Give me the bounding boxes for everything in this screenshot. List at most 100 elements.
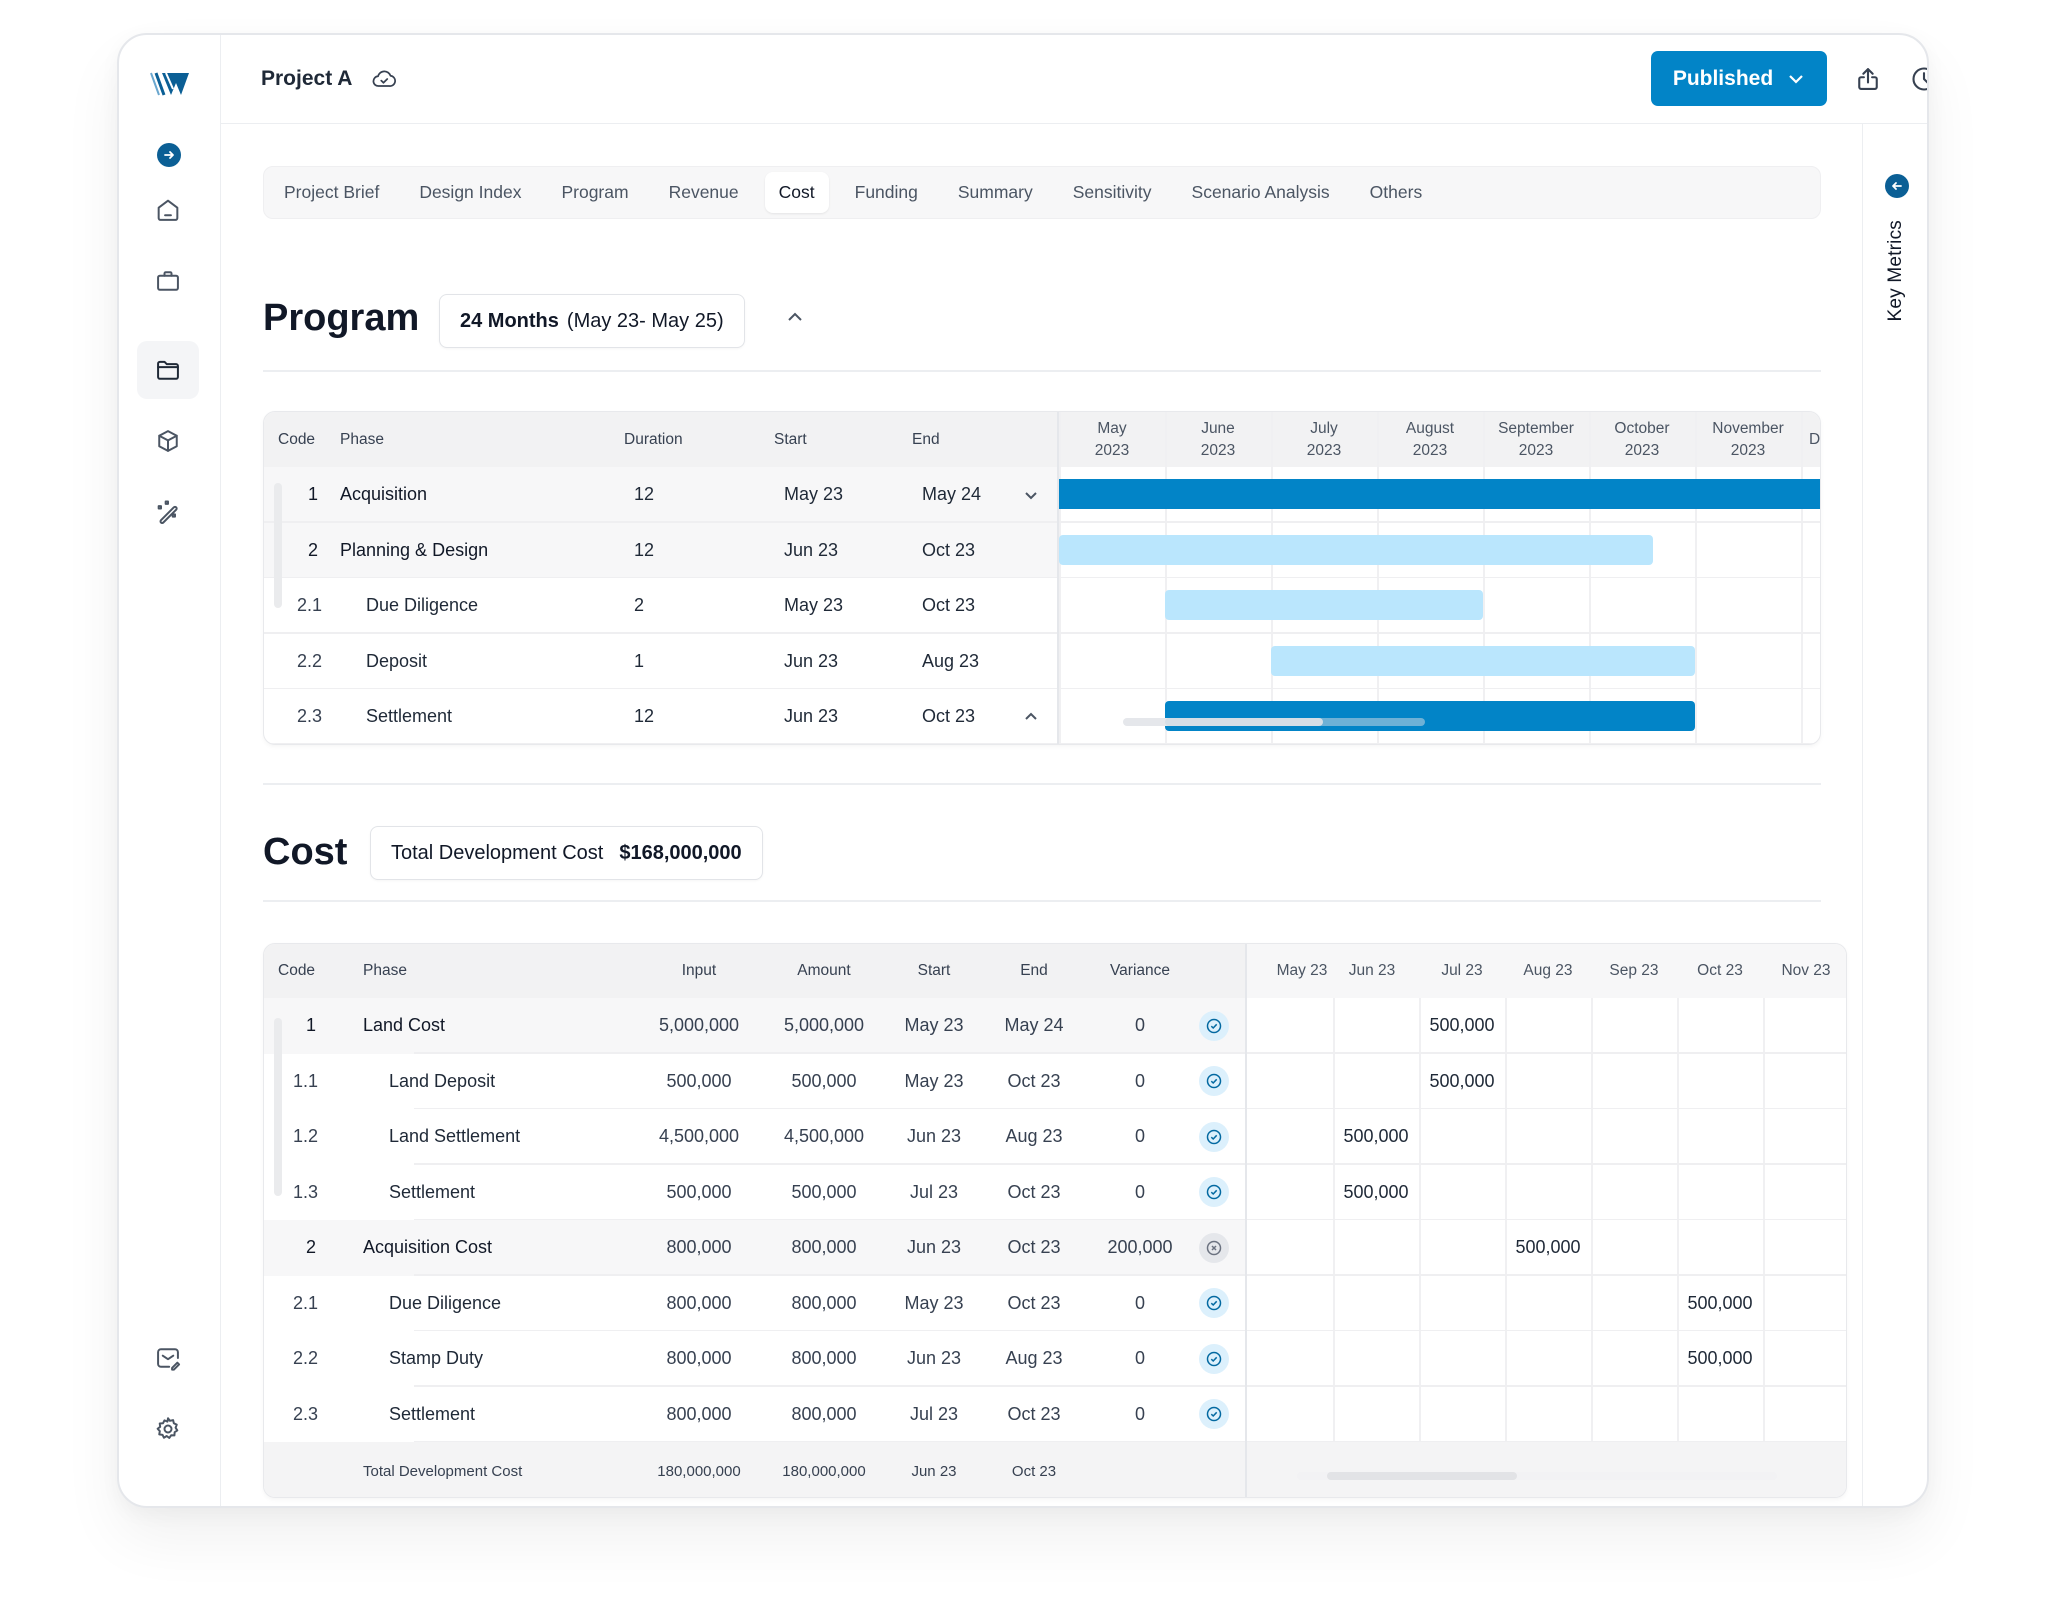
monthly-cost-value[interactable]: 500,000 xyxy=(1677,1276,1763,1332)
gantt-bar[interactable] xyxy=(1165,590,1483,620)
row-end[interactable]: May 24 xyxy=(984,998,1084,1054)
table-row[interactable]: 2 Acquisition Cost 800,000 800,000 Jun 23 Oct… xyxy=(264,1220,1245,1276)
row-duration[interactable]: 12 xyxy=(634,523,654,579)
column-header-variance[interactable]: Variance xyxy=(1080,944,1200,998)
sidebar-item-briefcase[interactable] xyxy=(137,252,199,310)
history-button[interactable] xyxy=(1910,65,1927,93)
vertical-scrollbar[interactable] xyxy=(274,1018,282,1196)
row-status[interactable] xyxy=(1199,1220,1229,1276)
row-end[interactable]: Oct 23 xyxy=(984,1165,1084,1221)
table-row[interactable]: 1 Land Cost 5,000,000 5,000,000 May 23 May 24… xyxy=(264,998,1245,1054)
row-start[interactable]: Jun 23 xyxy=(884,1220,984,1276)
row-start[interactable]: Jun 23 xyxy=(884,1331,984,1387)
row-end[interactable]: Oct 23 xyxy=(984,1387,1084,1443)
row-duration[interactable]: 12 xyxy=(634,689,654,744)
row-input[interactable]: 4,500,000 xyxy=(639,1109,759,1165)
row-start[interactable]: Jul 23 xyxy=(884,1387,984,1443)
tab-summary[interactable]: Summary xyxy=(944,172,1047,213)
gantt-bar[interactable] xyxy=(1059,479,1820,509)
tab-program[interactable]: Program xyxy=(547,172,642,213)
tab-sensitivity[interactable]: Sensitivity xyxy=(1059,172,1166,213)
table-row[interactable]: 1.3 Settlement 500,000 500,000 Jul 23 Oct 23 0 xyxy=(264,1165,1245,1221)
row-end[interactable]: Oct 23 xyxy=(984,1276,1084,1332)
monthly-cost-value[interactable]: 500,000 xyxy=(1333,1109,1419,1165)
column-header-phase[interactable]: Phase xyxy=(340,412,384,467)
expand-row-button[interactable] xyxy=(1022,467,1040,523)
row-start[interactable]: Jul 23 xyxy=(884,1165,984,1221)
table-row[interactable]: 1.1 Land Deposit 500,000 500,000 May 23 Oct 2… xyxy=(264,1054,1245,1110)
monthly-cost-value[interactable]: 500,000 xyxy=(1419,998,1505,1054)
row-amount[interactable]: 500,000 xyxy=(764,1054,884,1110)
row-start[interactable]: Jun 23 xyxy=(784,634,838,690)
monthly-cost-value[interactable]: 500,000 xyxy=(1333,1165,1419,1221)
column-header-end[interactable]: End xyxy=(912,412,940,467)
row-start[interactable]: May 23 xyxy=(884,998,984,1054)
row-amount[interactable]: 800,000 xyxy=(764,1220,884,1276)
column-header-code[interactable]: Code xyxy=(278,944,315,998)
row-start[interactable]: May 23 xyxy=(884,1276,984,1332)
tab-scenario-analysis[interactable]: Scenario Analysis xyxy=(1178,172,1344,213)
expand-sidebar-button[interactable] xyxy=(157,143,181,167)
open-key-metrics-button[interactable] xyxy=(1885,174,1909,198)
row-amount[interactable]: 800,000 xyxy=(764,1276,884,1332)
tab-project-brief[interactable]: Project Brief xyxy=(270,172,393,213)
monthly-cost-value[interactable]: 500,000 xyxy=(1505,1220,1591,1276)
row-end[interactable]: Aug 23 xyxy=(984,1331,1084,1387)
table-row[interactable]: 2.3 Settlement 800,000 800,000 Jul 23 Oct 23 0 xyxy=(264,1387,1245,1443)
gantt-bar[interactable] xyxy=(1271,645,1695,676)
table-row[interactable]: 2.1 Due Diligence 2 May 23 Oct 23 xyxy=(264,578,1057,634)
row-status[interactable] xyxy=(1199,1165,1229,1221)
row-end[interactable]: Aug 23 xyxy=(922,634,979,690)
row-status[interactable] xyxy=(1199,1276,1229,1332)
row-start[interactable]: Jun 23 xyxy=(784,523,838,579)
tab-revenue[interactable]: Revenue xyxy=(655,172,753,213)
row-input[interactable]: 500,000 xyxy=(639,1165,759,1221)
row-end[interactable]: Oct 23 xyxy=(984,1220,1084,1276)
table-row[interactable]: 2.2 Stamp Duty 800,000 800,000 Jun 23 Aug 23 0 xyxy=(264,1331,1245,1387)
table-row[interactable]: 2 Planning & Design 12 Jun 23 Oct 23 xyxy=(264,522,1057,579)
tab-funding[interactable]: Funding xyxy=(841,172,932,213)
row-start[interactable]: May 23 xyxy=(784,578,843,634)
column-header-end[interactable]: End xyxy=(984,944,1084,998)
key-metrics-label[interactable]: Key Metrics xyxy=(1885,220,1907,321)
row-duration[interactable]: 2 xyxy=(634,578,644,634)
column-header-amount[interactable]: Amount xyxy=(764,944,884,998)
row-end[interactable]: Oct 23 xyxy=(922,578,975,634)
gantt-bar[interactable] xyxy=(1165,701,1695,731)
tab-others[interactable]: Others xyxy=(1356,172,1437,213)
row-duration[interactable]: 12 xyxy=(634,467,654,523)
row-input[interactable]: 5,000,000 xyxy=(639,998,759,1054)
sidebar-item-home[interactable] xyxy=(137,181,199,239)
row-status[interactable] xyxy=(1199,1109,1229,1165)
vertical-scrollbar[interactable] xyxy=(274,483,282,608)
row-amount[interactable]: 800,000 xyxy=(764,1387,884,1443)
sidebar-item-models[interactable] xyxy=(137,412,199,470)
table-row[interactable]: 1.2 Land Settlement 4,500,000 4,500,000 Jun … xyxy=(264,1109,1245,1165)
monthly-cost-value[interactable]: 500,000 xyxy=(1419,1054,1505,1110)
program-duration-badge[interactable]: 24 Months (May 23- May 25) xyxy=(439,294,745,348)
sidebar-item-tools[interactable] xyxy=(137,483,199,541)
tab-design-index[interactable]: Design Index xyxy=(405,172,535,213)
collapse-program-button[interactable] xyxy=(785,307,813,335)
row-start[interactable]: Jun 23 xyxy=(884,1109,984,1165)
sidebar-item-settings[interactable] xyxy=(137,1400,199,1458)
collapse-row-button[interactable] xyxy=(1022,689,1040,744)
row-end[interactable]: Aug 23 xyxy=(984,1109,1084,1165)
column-header-start[interactable]: Start xyxy=(884,944,984,998)
row-status[interactable] xyxy=(1199,1387,1229,1443)
row-amount[interactable]: 4,500,000 xyxy=(764,1109,884,1165)
column-header-code[interactable]: Code xyxy=(278,412,315,467)
column-header-duration[interactable]: Duration xyxy=(624,412,683,467)
row-amount[interactable]: 500,000 xyxy=(764,1165,884,1221)
row-amount[interactable]: 5,000,000 xyxy=(764,998,884,1054)
table-row[interactable]: 2.3 Settlement 12 Jun 23 Oct 23 xyxy=(264,689,1057,744)
row-input[interactable]: 800,000 xyxy=(639,1220,759,1276)
table-row[interactable]: 2.1 Due Diligence 800,000 800,000 May 23 Oct … xyxy=(264,1276,1245,1332)
tab-cost[interactable]: Cost xyxy=(764,172,829,213)
sidebar-item-folder[interactable] xyxy=(137,341,199,399)
row-status[interactable] xyxy=(1199,1054,1229,1110)
row-start[interactable]: May 23 xyxy=(884,1054,984,1110)
row-start[interactable]: May 23 xyxy=(784,467,843,523)
gantt-bar[interactable] xyxy=(1059,534,1653,565)
row-duration[interactable]: 1 xyxy=(634,634,644,690)
